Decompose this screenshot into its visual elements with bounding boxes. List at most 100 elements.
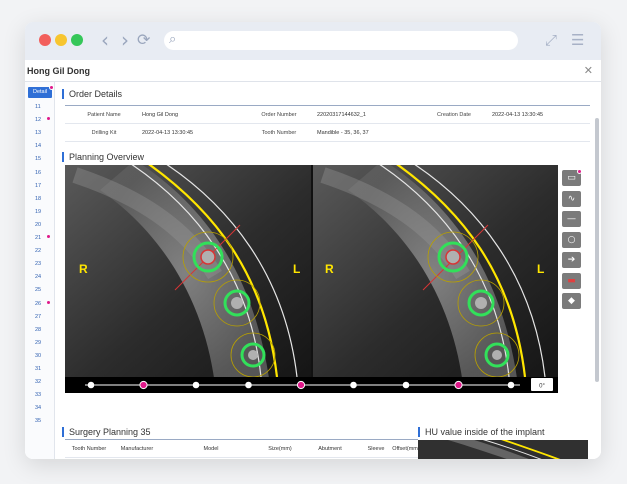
browser-window: ‹ › ⟳ ⌕ ⤢ ☰ Hong Gil Dong ✕ Detail 11 12 1… — [25, 22, 601, 459]
sidebar-item-tooth[interactable]: 16 — [25, 167, 55, 180]
order-details-title: Order Details — [62, 89, 122, 99]
slider-stop[interactable] — [454, 380, 463, 390]
sidebar-item-tooth[interactable]: 28 — [25, 324, 55, 337]
patient-title: Hong Gil Dong — [27, 66, 90, 76]
address-bar[interactable]: ⌕ — [164, 31, 518, 50]
sidebar-item-tooth[interactable]: 32 — [25, 376, 55, 389]
sidebar-item-label: 27 — [35, 313, 42, 320]
table-cell: Dentis — [113, 458, 161, 459]
close-icon[interactable]: ✕ — [584, 64, 593, 77]
column-header: Offset(mm) — [392, 446, 420, 452]
browser-chrome: ‹ › ⟳ ⌕ ⤢ ☰ — [25, 22, 601, 60]
table-cell: Dentis — [361, 458, 391, 459]
order-field-value: 2022-04-13 13:30:45 — [492, 112, 544, 118]
slider-stop[interactable] — [245, 381, 252, 389]
table-cell: 8.0 — [391, 458, 421, 459]
erase-color-icon[interactable]: ▬ — [562, 272, 581, 289]
maximize-window-dot[interactable] — [71, 34, 83, 46]
slider-stop[interactable] — [139, 380, 148, 390]
sidebar-item-tooth[interactable]: 24 — [25, 271, 55, 284]
planning-overview-title: Planning Overview — [62, 152, 144, 162]
ct-right-r-label: R — [325, 262, 334, 276]
sidebar-item-label: 35 — [35, 418, 42, 425]
sidebar-item-tooth[interactable]: 27 — [25, 311, 55, 324]
sidebar-item-tooth[interactable]: 21 — [25, 232, 55, 245]
chevron-right-icon[interactable]: › — [121, 29, 129, 51]
sidebar-item-tooth[interactable]: 15 — [25, 153, 55, 166]
sidebar-item-tooth[interactable]: 31 — [25, 363, 55, 376]
table-row: 36Dentiss-Clean SQ-SL DSSFR40104.0 × 10.… — [65, 458, 418, 459]
sidebar-item-tooth[interactable]: 18 — [25, 193, 55, 206]
order-field-label: Patient Name — [87, 112, 121, 118]
sidebar-item-tooth[interactable]: 35 — [25, 415, 55, 428]
slider-stop[interactable] — [507, 381, 515, 389]
sidebar-item-label: 14 — [35, 143, 42, 150]
column-header: Tooth Number — [71, 446, 107, 452]
slider-stop[interactable] — [87, 381, 95, 389]
expand-icon[interactable]: ⤢ — [545, 31, 557, 49]
sidebar-item-label: 33 — [35, 392, 42, 399]
table-header: Tooth Number Manufacturer Model Size(mm) Abu… — [65, 440, 420, 458]
sidebar-item-label: 29 — [35, 339, 42, 346]
order-field-value: Mandible - 35, 36, 37 — [317, 130, 369, 136]
slider-stop[interactable] — [192, 381, 200, 389]
sidebar-item-tooth[interactable]: 30 — [25, 350, 55, 363]
order-field-label: Drilling Kit — [91, 130, 117, 136]
sidebar-item-tooth[interactable]: 23 — [25, 258, 55, 271]
column-header: Sleeve — [367, 446, 385, 452]
ct-view-left[interactable]: R L — [65, 165, 311, 385]
sidebar-item-detail[interactable]: Detail — [28, 85, 54, 98]
sidebar-item-label: 15 — [35, 156, 42, 163]
sidebar-item-tooth[interactable]: 33 — [25, 389, 55, 402]
sidebar-item-tooth[interactable]: 26 — [25, 298, 55, 311]
hu-title: HU value inside of the implant — [418, 427, 545, 437]
ct-viewer[interactable]: R L R L 0° — [65, 165, 558, 393]
chevron-left-icon[interactable]: ‹ — [101, 29, 109, 51]
column-header: Size(mm) — [268, 446, 292, 452]
search-icon: ⌕ — [169, 32, 177, 47]
sidebar-item-label: 31 — [35, 366, 42, 372]
sidebar-item-tooth[interactable]: 13 — [25, 127, 55, 140]
sidebar-item-tooth[interactable]: 25 — [25, 284, 55, 297]
chat-icon[interactable]: ▭ — [562, 169, 582, 186]
reload-icon[interactable]: ⟳ — [137, 29, 150, 51]
ct-view-right[interactable]: R L — [313, 165, 558, 385]
hamburger-menu-icon[interactable]: ☰ — [571, 31, 584, 49]
sidebar-item-tooth[interactable]: 14 — [25, 140, 55, 153]
sidebar-detail-label: Detail — [32, 89, 48, 95]
notification-dot — [47, 300, 50, 304]
sidebar-item-label: 22 — [35, 248, 42, 255]
slider-stop[interactable] — [296, 380, 306, 390]
sidebar-item-tooth[interactable]: 19 — [25, 206, 55, 219]
order-details-table: Patient Name Hong Gil Dong Order Number 220… — [65, 105, 590, 142]
sidebar-item-tooth[interactable]: 29 — [25, 337, 55, 350]
column-header: Model — [203, 446, 219, 452]
sidebar-item-label: 17 — [35, 182, 42, 189]
sidebar-item-tooth[interactable]: 20 — [25, 219, 55, 232]
sidebar-item-label: 21 — [35, 235, 42, 241]
sidebar-item-label: 23 — [35, 261, 42, 268]
sidebar-item-tooth[interactable]: 17 — [25, 180, 55, 193]
sidebar-item-tooth[interactable]: 22 — [25, 245, 55, 258]
sidebar-item-tooth[interactable]: 34 — [25, 402, 55, 415]
eraser-icon[interactable]: ◆ — [562, 293, 581, 309]
angle-value: 0° — [539, 384, 545, 390]
circle-icon[interactable]: ○ — [562, 231, 581, 248]
scrollbar[interactable] — [595, 118, 599, 382]
column-header: Manufacturer — [120, 446, 154, 452]
sidebar-item-tooth[interactable]: 11 — [25, 101, 55, 114]
slider-stop[interactable] — [350, 381, 357, 389]
sidebar-item-tooth[interactable]: 12 — [25, 114, 55, 127]
curve-icon[interactable]: ∿ — [562, 190, 581, 207]
minimize-window-dot[interactable] — [55, 34, 67, 46]
hu-image[interactable] — [418, 440, 588, 459]
order-field-label: Tooth Number — [261, 130, 297, 136]
table-cell: Dentis/DSA4510H — [299, 458, 361, 459]
close-window-dot[interactable] — [39, 34, 51, 46]
slider-stop[interactable] — [402, 381, 410, 389]
app-content: Hong Gil Dong ✕ Detail 11 12 13 14 15 16 17 18 1… — [25, 60, 601, 459]
line-icon[interactable]: — — [562, 211, 581, 227]
sidebar-item-label: 26 — [35, 300, 42, 307]
arrow-icon[interactable]: ➔ — [562, 252, 581, 268]
order-field-value: Hong Gil Dong — [142, 112, 179, 118]
